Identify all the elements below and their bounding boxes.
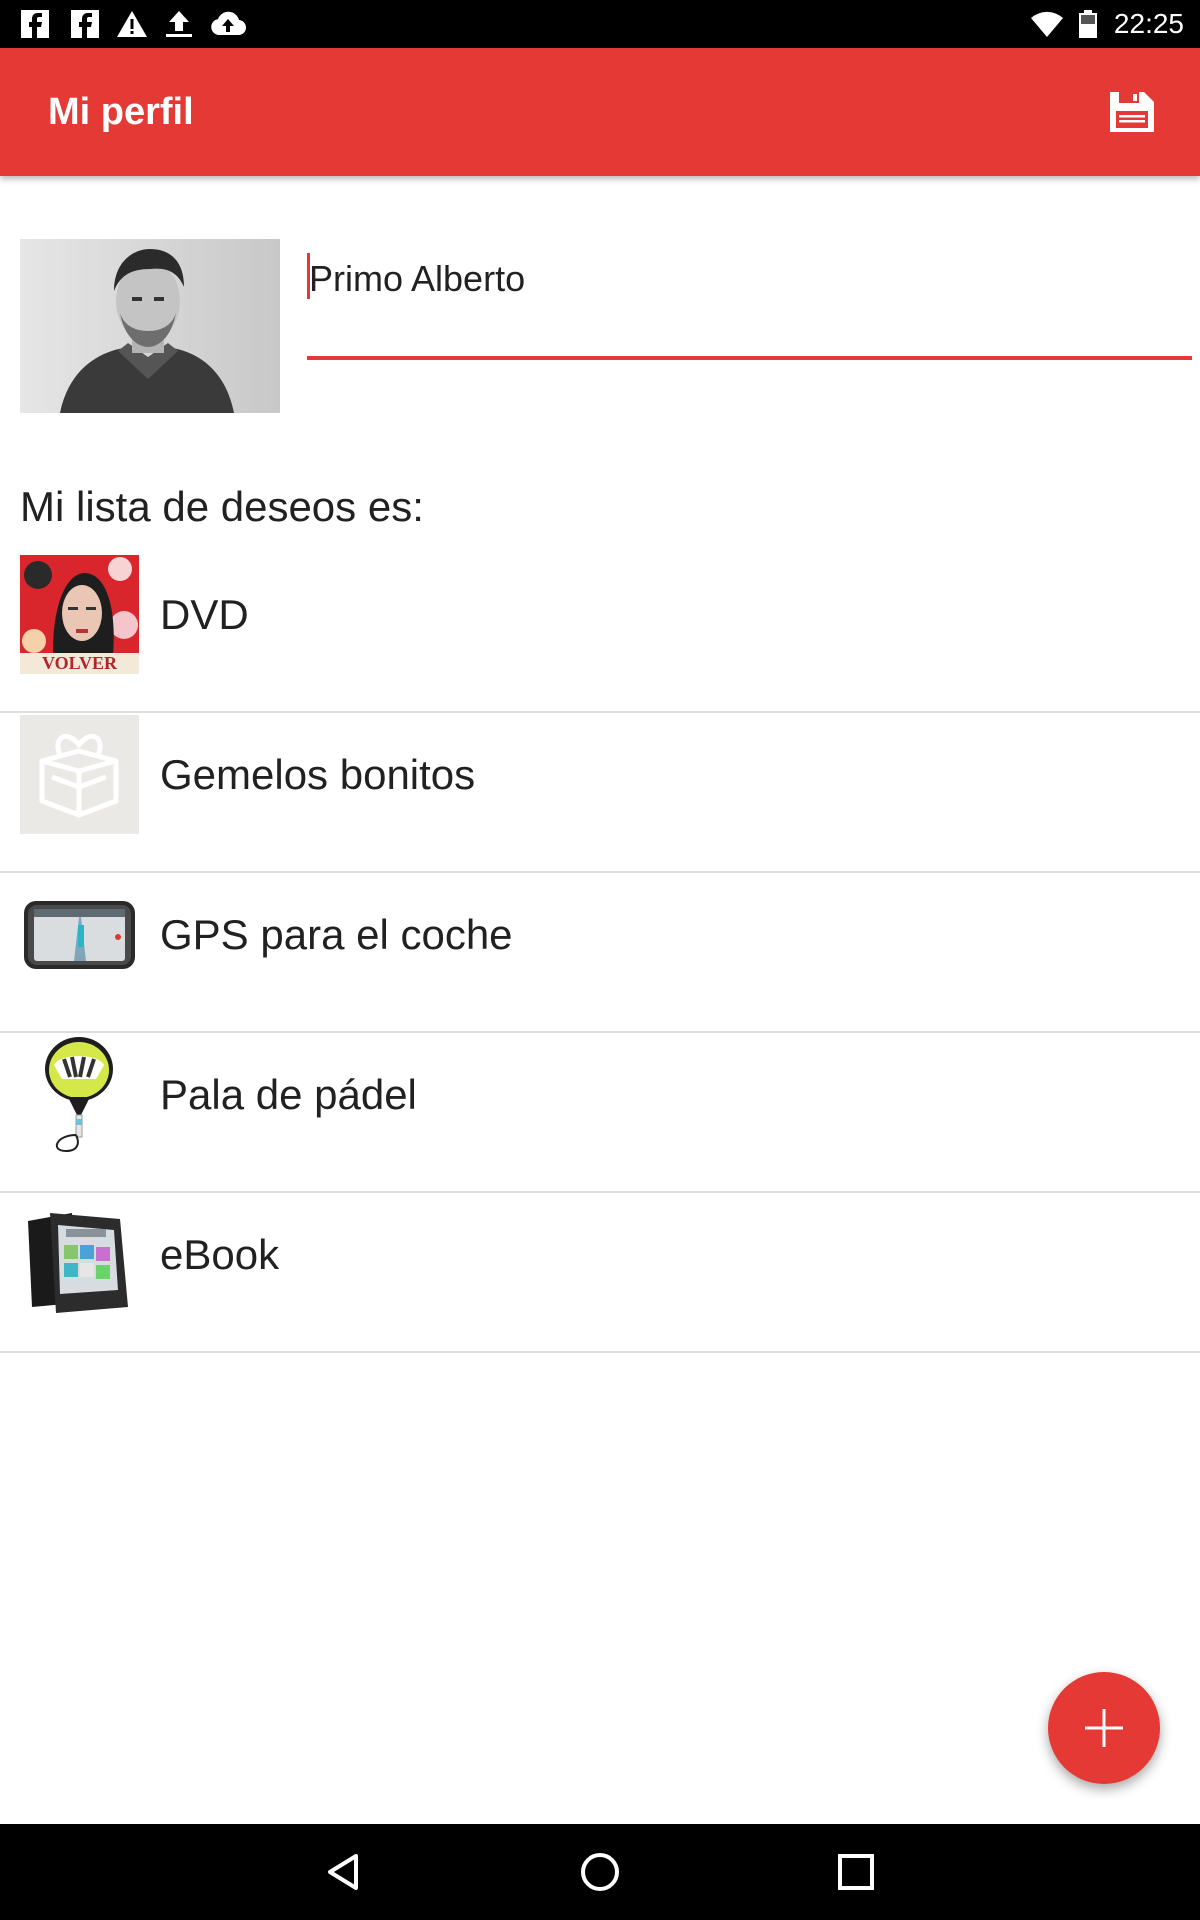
app-bar: Mi perfil: [0, 48, 1200, 176]
profile-photo[interactable]: [20, 239, 280, 413]
battery-icon: [1079, 10, 1097, 38]
padel-racket-image: [20, 1035, 139, 1154]
status-bar: 22:25: [0, 0, 1200, 48]
warning-icon: [117, 11, 147, 37]
home-icon[interactable]: [572, 1844, 628, 1900]
add-item-button[interactable]: [1048, 1672, 1160, 1784]
clock: 22:25: [1113, 8, 1184, 39]
save-icon: [1110, 92, 1154, 132]
wishlist-heading: Mi lista de deseos es:: [20, 483, 424, 530]
facebook-icon: [21, 10, 49, 38]
upload-icon: [166, 11, 192, 37]
recents-icon[interactable]: [828, 1844, 884, 1900]
list-item[interactable]: VOLVER DVD: [0, 553, 1200, 713]
gps-device-image: [20, 875, 139, 994]
list-item[interactable]: GPS para el coche: [0, 873, 1200, 1033]
save-button[interactable]: [1104, 84, 1160, 140]
wish-list: VOLVER DVD Gemelos bonitos GPS para el c…: [0, 553, 1200, 1353]
page-title: Mi perfil: [48, 91, 194, 133]
wish-item-label: Gemelos bonitos: [160, 751, 476, 798]
plus-icon: [1085, 1709, 1123, 1747]
list-item[interactable]: eBook: [0, 1193, 1200, 1353]
back-icon[interactable]: [316, 1844, 372, 1900]
list-item[interactable]: Gemelos bonitos: [0, 713, 1200, 873]
dvd-cover-image: VOLVER: [20, 555, 139, 674]
name-field-underline: [307, 356, 1192, 360]
gift-placeholder-icon: [20, 715, 139, 834]
wish-item-label: DVD: [160, 591, 249, 638]
wish-item-label: Pala de pádel: [160, 1071, 417, 1118]
wish-item-label: GPS para el coche: [160, 911, 513, 958]
name-input[interactable]: [307, 250, 1192, 308]
text-cursor: [307, 253, 310, 299]
dvd-cover-title: VOLVER: [42, 653, 118, 673]
ebook-reader-image: [20, 1195, 139, 1314]
wifi-icon: [1031, 11, 1063, 38]
wish-item-label: eBook: [160, 1231, 280, 1278]
list-item[interactable]: Pala de pádel: [0, 1033, 1200, 1193]
name-field[interactable]: [307, 250, 1192, 362]
cloud-upload-icon: [211, 11, 246, 36]
facebook-icon: [71, 10, 99, 38]
navigation-bar: [0, 1824, 1200, 1920]
